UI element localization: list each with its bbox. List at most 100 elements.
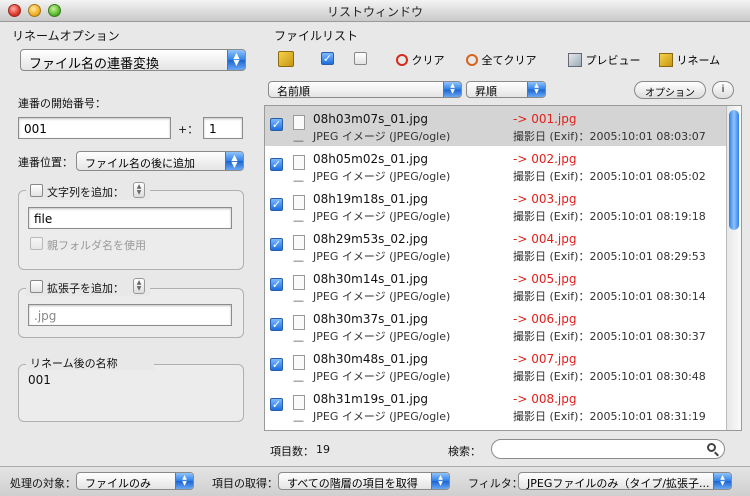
row-file-type: JPEG イメージ (JPEG/ogle) [313,370,451,383]
row-file-type: JPEG イメージ (JPEG/ogle) [313,330,451,343]
row-exif-date: 撮影日 (Exif)：2005:10:01 08:03:07 [513,130,706,143]
parent-folder-label: 親フォルダ名を使用 [47,239,146,252]
document-icon [293,395,305,410]
uncheck-all-checkbox[interactable] [354,52,367,65]
position-select[interactable]: ファイル名の後に追加 ▲ ▼ [76,151,244,171]
rename-options-title: リネームオプション [12,29,120,43]
file-row[interactable]: ✓ —08h19m18s_01.jpg JPEG イメージ (JPEG/ogle) -… [265,186,727,227]
file-row[interactable]: ✓ —08h30m48s_01.jpg JPEG イメージ (JPEG/ogle) -… [265,346,727,387]
list-window: リストウィンドウ リネームオプション ファイル名の連番変換 ▲ ▼ 連番の開始番号… [0,0,750,496]
clear-all-button[interactable]: 全てクリア [466,52,537,68]
file-row[interactable]: ✓ — 08h31m19s_01.jpg JPEG イメージ (JPEG/ogle) -… [265,386,727,427]
preview-button[interactable]: プレビュー [568,52,641,68]
fetch-label: 項目の取得： [212,477,278,490]
title-bar: リストウィンドウ [0,0,750,22]
row-checkbox[interactable]: ✓ [270,118,283,131]
document-icon [293,235,305,250]
clear-icon [396,54,408,66]
row-file-name: 08h31m19s_01.jpg [313,392,429,406]
document-icon [293,275,305,290]
document-icon [293,195,305,210]
search-icon-handle [714,451,719,457]
select-arrows-icon: ▲ ▼ [443,82,461,97]
target-select[interactable]: ファイルのみ ▲ ▼ [76,472,194,490]
file-list-title: ファイルリスト [274,29,359,43]
file-row[interactable]: ✓ —08h05m02s_01.jpg JPEG イメージ (JPEG/ogle) -… [265,146,727,187]
row-exif-date: 撮影日 (Exif)：2005:10:01 08:29:53 [513,250,706,263]
row-file-name: 08h19m18s_01.jpg [313,192,429,206]
add-string-stepper[interactable]: ▲ ▼ [133,182,145,198]
item-count-label: 項目数： [270,445,314,458]
add-string-label: 文字列を追加： [47,186,124,199]
rename-icon [659,53,673,67]
clear-button[interactable]: クリア [396,52,445,68]
row-new-name: -> 006.jpg [513,312,577,326]
clear-all-label: 全てクリア [481,54,537,67]
add-files-icon[interactable] [278,51,294,67]
row-file-name: 08h03m07s_01.jpg [313,112,429,126]
position-label: 連番位置： [18,156,73,169]
file-row[interactable]: ✓ —08h30m37s_01.jpg JPEG イメージ (JPEG/ogle) -… [265,306,727,347]
document-icon [293,355,305,370]
row-file-type: JPEG イメージ (JPEG/ogle) [313,130,451,143]
filter-select[interactable]: JPEGファイルのみ（タイプ/拡張子... ▲ ▼ [518,472,732,490]
search-field[interactable] [491,439,725,459]
add-string-checkbox[interactable] [30,184,43,197]
row-file-name: 08h29m53s_02.jpg [313,232,429,246]
info-button[interactable]: i [712,81,734,99]
list-scroll-thumb[interactable] [729,110,739,230]
row-new-name: -> 005.jpg [513,272,577,286]
list-scrollbar[interactable] [726,106,741,430]
row-new-name: -> 001.jpg [513,112,577,126]
row-checkbox[interactable]: ✓ [270,398,283,411]
row-exif-date: 撮影日 (Exif)：2005:10:01 08:31:19 [513,410,706,423]
row-new-name: -> 007.jpg [513,352,577,366]
file-list: ✓ — 08h03m07s_01.jpg JPEG イメージ (JPEG/ogle) -… [264,105,742,431]
rename-mode-select[interactable]: ファイル名の連番変換 ▲ ▼ [20,49,246,71]
row-new-name: -> 008.jpg [513,392,577,406]
start-number-field[interactable]: 001 [18,117,171,139]
target-label: 処理の対象： [10,477,76,490]
row-file-type: JPEG イメージ (JPEG/ogle) [313,410,451,423]
filter-select-value: JPEGファイルのみ（タイプ/拡張子... [527,477,710,490]
step-field[interactable]: 1 [203,117,243,139]
preview-icon [568,53,582,67]
search-label: 検索： [448,445,481,458]
select-arrows-icon: ▲ ▼ [527,82,545,97]
order-select[interactable]: 昇順 ▲ ▼ [466,81,546,98]
document-icon [293,155,305,170]
row-exif-date: 撮影日 (Exif)：2005:10:01 08:30:37 [513,330,706,343]
file-row[interactable]: ✓ —08h29m53s_02.jpg JPEG イメージ (JPEG/ogle) -… [265,226,727,267]
fetch-select[interactable]: すべての階層の項目を取得 ▲ ▼ [278,472,450,490]
start-number-label: 連番の開始番号： [18,97,106,110]
rename-button[interactable]: リネーム [659,52,720,68]
sort-select[interactable]: 名前順 ▲ ▼ [268,81,462,98]
item-count-value: 19 [316,443,330,456]
row-file-type: JPEG イメージ (JPEG/ogle) [313,250,451,263]
row-file-type: JPEG イメージ (JPEG/ogle) [313,170,451,183]
options-button[interactable]: オプション [634,81,706,99]
row-checkbox[interactable]: ✓ [270,238,283,251]
file-row[interactable]: ✓ —08h03m07s_01.jpg JPEG イメージ (JPEG/ogle) -… [265,106,727,147]
row-checkbox[interactable]: ✓ [270,318,283,331]
row-new-name: -> 004.jpg [513,232,577,246]
row-checkbox[interactable]: ✓ [270,158,283,171]
row-checkbox[interactable]: ✓ [270,358,283,371]
extension-field[interactable]: .jpg [28,304,232,326]
file-row[interactable]: ✓ —08h30m14s_01.jpg JPEG イメージ (JPEG/ogle) -… [265,266,727,307]
extension-field-placeholder: .jpg [34,309,57,323]
add-string-field[interactable]: file [28,207,232,229]
bottom-bar: 処理の対象： ファイルのみ ▲ ▼ 項目の取得： すべての階層の項目を取得 ▲ ▼ … [0,466,750,496]
add-extension-checkbox[interactable] [30,280,43,293]
row-file-name: 08h05m02s_01.jpg [313,152,429,166]
select-arrows-icon: ▲ ▼ [227,50,245,70]
result-group [18,364,244,422]
row-checkbox[interactable]: ✓ [270,278,283,291]
row-checkbox[interactable]: ✓ [270,198,283,211]
row-dash: — [293,414,304,427]
parent-folder-checkbox[interactable] [30,237,43,250]
check-all-checkbox[interactable]: ✓ [321,52,334,65]
fetch-select-value: すべての階層の項目を取得 [287,477,418,490]
add-extension-stepper[interactable]: ▲ ▼ [133,278,145,294]
row-file-name: 08h30m14s_01.jpg [313,272,429,286]
